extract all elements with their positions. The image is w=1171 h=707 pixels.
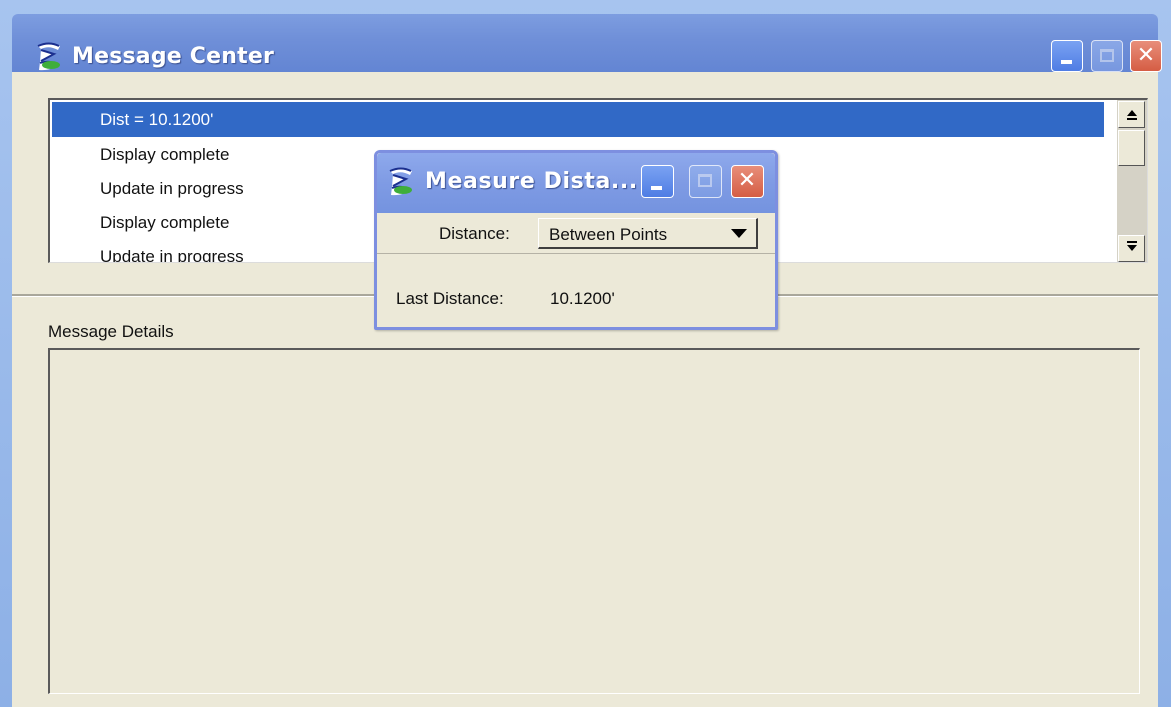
maximize-icon — [1100, 49, 1114, 62]
scroll-up-arrow-icon — [1127, 110, 1137, 120]
microstation-logo-icon — [389, 167, 412, 196]
dialog-title: Measure Dista... — [425, 169, 638, 194]
maximize-icon — [698, 174, 712, 187]
vertical-scrollbar[interactable] — [1117, 100, 1147, 262]
dialog-titlebar[interactable]: Measure Dista... ✕ — [377, 153, 775, 213]
dialog-maximize-button[interactable] — [689, 165, 722, 198]
window-title: Message Center — [72, 44, 274, 69]
scroll-down-arrow-icon — [1127, 241, 1137, 251]
last-distance-label: Last Distance: — [396, 289, 504, 308]
scroll-down-button[interactable] — [1118, 235, 1145, 262]
maximize-button[interactable] — [1091, 40, 1123, 72]
close-button[interactable]: ✕ — [1130, 40, 1162, 72]
microstation-logo-icon — [37, 42, 60, 71]
message-center-window: Message Center ✕ Dist = 10.1200' Display… — [0, 0, 1171, 707]
list-item[interactable]: Dist = 10.1200' — [52, 102, 1104, 137]
distance-mode-value: Between Points — [549, 225, 668, 244]
dropdown-arrow-icon — [731, 229, 747, 238]
close-icon: ✕ — [1136, 43, 1156, 68]
minimize-button[interactable] — [1051, 40, 1083, 72]
distance-mode-dropdown[interactable]: Between Points — [538, 218, 758, 249]
message-details-label: Message Details — [48, 322, 174, 341]
scrollbar-thumb[interactable] — [1118, 130, 1145, 166]
measure-distance-dialog: Measure Dista... ✕ Distance: Between Poi… — [374, 150, 778, 330]
minimize-icon — [1061, 60, 1072, 64]
message-center-titlebar[interactable]: Message Center ✕ — [12, 14, 1162, 72]
minimize-icon — [651, 186, 662, 190]
last-distance-value: 10.1200' — [550, 289, 615, 308]
close-icon: ✕ — [737, 168, 757, 193]
dialog-minimize-button[interactable] — [641, 165, 674, 198]
distance-row: Distance: Between Points — [377, 213, 775, 254]
dialog-close-button[interactable]: ✕ — [731, 165, 764, 198]
message-details-box[interactable] — [48, 348, 1140, 694]
distance-label: Distance: — [439, 224, 510, 243]
scroll-up-button[interactable] — [1118, 101, 1145, 128]
